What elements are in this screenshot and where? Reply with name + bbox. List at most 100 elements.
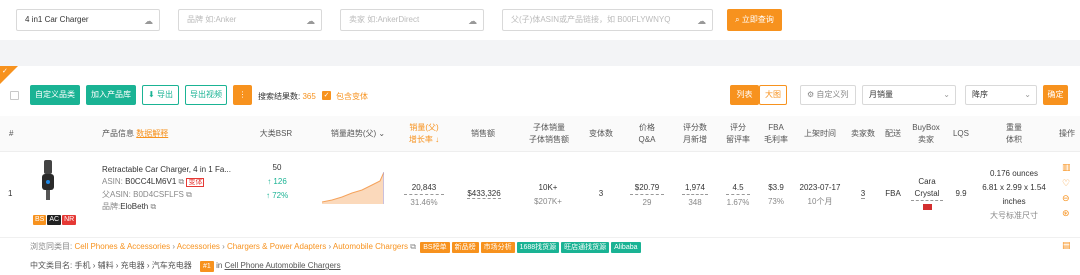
- include-variants-checkbox[interactable]: ✓: [322, 91, 331, 100]
- export-button[interactable]: ⬇ 导出: [142, 85, 179, 105]
- parent-asin-value[interactable]: B0D4CSFLFS: [133, 190, 184, 199]
- refresh-icon[interactable]: ⊛: [1062, 208, 1070, 219]
- qa-value: 29: [642, 198, 652, 207]
- custom-category-button[interactable]: 自定义品类: [30, 85, 80, 105]
- chart-icon[interactable]: ▥: [1062, 162, 1071, 173]
- breadcrumb-item[interactable]: Accessories: [177, 242, 220, 251]
- dims-unit: inches: [1002, 197, 1026, 206]
- col-buybox-seller-label: 卖家: [918, 135, 934, 144]
- corner-flag: ✓: [0, 66, 18, 84]
- sort-field-select[interactable]: 月销量 ⌄: [862, 85, 956, 105]
- add-to-library-button[interactable]: 加入产品库: [86, 85, 136, 105]
- buybox-seller[interactable]: Cara Crystal: [911, 176, 943, 201]
- confirm-button[interactable]: 确定: [1043, 85, 1068, 105]
- copy-icon[interactable]: ⧉: [151, 202, 157, 211]
- upload-icon[interactable]: ☁: [306, 11, 315, 30]
- breadcrumb-item[interactable]: Automobile Chargers: [333, 242, 408, 251]
- chevron-down-icon: ⌄: [943, 90, 950, 99]
- asin-value[interactable]: B0CC4LM6V1: [125, 177, 176, 186]
- sellers-cell: 3: [857, 188, 869, 200]
- sales-trend-chart[interactable]: [321, 171, 385, 204]
- product-image[interactable]: [34, 158, 62, 208]
- heart-icon[interactable]: ♡: [1062, 178, 1070, 189]
- reviews-value[interactable]: 1,974: [682, 182, 708, 195]
- custom-columns-button[interactable]: ⚙ 自定义列: [800, 85, 856, 105]
- breadcrumb-item[interactable]: Chargers & Power Adapters: [227, 242, 326, 251]
- price-cell: $20.79 29: [630, 182, 664, 209]
- date-value: 2023-07-17: [799, 183, 841, 192]
- list-view-button[interactable]: 列表: [730, 85, 759, 105]
- col-reviews-new-label: 月新增: [683, 135, 707, 144]
- product-title[interactable]: Retractable Car Charger, 4 in 1 Fa...: [102, 164, 231, 176]
- sales-value[interactable]: 20,843: [404, 182, 444, 195]
- more-button[interactable]: ⋮: [233, 85, 252, 105]
- revenue-value[interactable]: $433,326: [467, 189, 501, 199]
- age-value: 10个月: [807, 197, 833, 206]
- minus-circle-icon[interactable]: ⊖: [1062, 193, 1070, 204]
- sellers-value[interactable]: 3: [860, 189, 866, 199]
- data-explain-link[interactable]: 数据解释: [136, 129, 168, 138]
- col-child[interactable]: 子体销量 子体销售额: [524, 122, 574, 146]
- bsr-change: ↑ 126: [267, 177, 287, 186]
- lqs-cell: 9.9: [955, 189, 967, 198]
- col-variants[interactable]: 变体数: [586, 128, 616, 140]
- upload-icon[interactable]: ☁: [697, 11, 706, 30]
- new-list-tag[interactable]: 新品榜: [451, 242, 479, 253]
- query-button[interactable]: ⌕ 立即查询: [727, 9, 782, 31]
- col-bsr[interactable]: 大类BSR: [258, 128, 294, 140]
- col-trend[interactable]: 销量趋势(父) ⌄: [330, 128, 386, 140]
- upload-icon[interactable]: ☁: [468, 11, 477, 30]
- query-label: 立即查询: [741, 15, 774, 24]
- badge-ac: AC: [47, 215, 62, 225]
- col-revenue[interactable]: 销售额: [468, 128, 498, 140]
- child-sales-cell: 10K+ $207K+: [528, 182, 568, 208]
- asin-input[interactable]: 父(子)体ASIN或产品链接，如 B00FLYWNYQ ☁: [502, 9, 713, 31]
- bs-list-tag[interactable]: BS榜单: [420, 242, 450, 253]
- corner-flag-icon: ✓: [2, 68, 8, 75]
- alibaba-tag[interactable]: Alibaba: [611, 242, 641, 253]
- results-panel: ✓ 自定义品类 加入产品库 ⬇ 导出 导出视频 ⋮ 搜索结果数: 365 ✓ 包…: [0, 66, 1080, 275]
- keyword-value: 4 in1 Car Charger: [25, 15, 89, 24]
- col-fba[interactable]: FBA 毛利率: [762, 122, 790, 146]
- brand-input[interactable]: 品牌 如:Anker ☁: [178, 9, 322, 31]
- select-all-checkbox[interactable]: [10, 91, 19, 100]
- buybox-cell: Cara Crystal: [911, 176, 943, 210]
- rank-category[interactable]: Cell Phone Automobile Chargers: [225, 261, 341, 270]
- breadcrumb-item[interactable]: Cell Phones & Accessories: [74, 242, 170, 251]
- chevron-down-icon: ⌄: [1024, 90, 1031, 99]
- col-rating[interactable]: 评分 留评率: [724, 122, 752, 146]
- col-date[interactable]: 上架时间: [800, 128, 840, 140]
- note-icon[interactable]: ▤: [1062, 240, 1071, 251]
- dims-value: 6.81 x 2.99 x 1.54: [982, 183, 1046, 192]
- brand-value[interactable]: EloBeth: [120, 202, 148, 211]
- seller-input[interactable]: 卖家 如:AnkerDirect ☁: [340, 9, 484, 31]
- keyword-input[interactable]: 4 in1 Car Charger ☁: [16, 9, 160, 31]
- upload-icon[interactable]: ☁: [144, 11, 153, 30]
- product-badges: BS AC NR: [33, 214, 77, 225]
- bsr-percent: ↑ 72%: [266, 191, 289, 200]
- wdt-source-tag[interactable]: 旺店通找货源: [561, 242, 610, 253]
- table-row: 1 BS AC NR Retractable Car Charger, 4 in 1…: [0, 152, 1080, 238]
- market-analysis-tag[interactable]: 市场分析: [480, 242, 515, 253]
- copy-icon[interactable]: ⧉: [179, 177, 185, 186]
- export-video-button[interactable]: 导出视频: [185, 85, 227, 105]
- sort-order-select[interactable]: 降序 ⌄: [965, 85, 1037, 105]
- external-link-icon[interactable]: ⧉: [410, 242, 416, 251]
- col-sales[interactable]: 销量(父) 增长率 ↓: [402, 122, 446, 146]
- grid-view-button[interactable]: 大图: [759, 85, 787, 105]
- sort-down-icon: ↓: [435, 135, 440, 144]
- col-reviews[interactable]: 评分数 月新增: [680, 122, 710, 146]
- col-lqs[interactable]: LQS: [951, 128, 971, 140]
- col-child-sales-label: 子体销量: [533, 123, 565, 132]
- col-sellers[interactable]: 卖家数: [849, 128, 877, 140]
- product-info: Retractable Car Charger, 4 in 1 Fa... AS…: [102, 164, 231, 213]
- col-price[interactable]: 价格 Q&A: [634, 122, 660, 146]
- price-value[interactable]: $20.79: [630, 182, 664, 195]
- source-1688-tag[interactable]: 1688找货源: [516, 242, 560, 253]
- col-weight[interactable]: 重量 体积: [1002, 122, 1026, 146]
- copy-icon[interactable]: ⧉: [186, 190, 192, 199]
- flag-icon: [922, 204, 932, 210]
- col-margin-label: 毛利率: [764, 135, 788, 144]
- growth-value: 31.46%: [410, 198, 438, 207]
- rating-value[interactable]: 4.5: [726, 182, 750, 195]
